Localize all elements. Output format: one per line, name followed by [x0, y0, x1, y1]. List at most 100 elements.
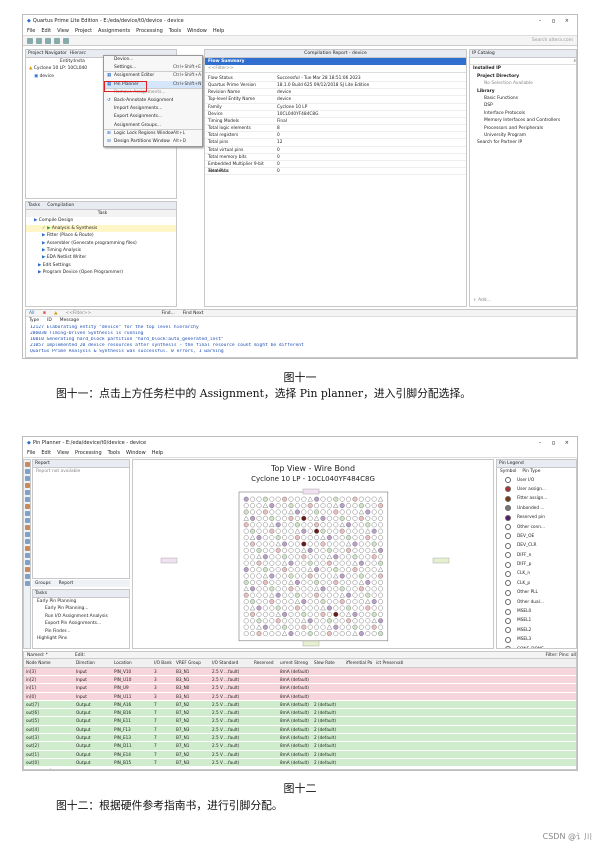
package-pin[interactable] — [269, 586, 275, 592]
pin-column-header[interactable]: urrent Streng — [278, 659, 312, 666]
package-pin[interactable] — [288, 579, 294, 585]
package-pin[interactable] — [282, 547, 288, 553]
package-pin[interactable] — [314, 509, 320, 515]
package-pin[interactable] — [256, 560, 262, 566]
package-pin[interactable] — [269, 535, 275, 541]
package-pin[interactable] — [250, 573, 256, 579]
package-pin[interactable] — [378, 554, 384, 560]
ip-catalog-item[interactable]: Installed IP — [470, 65, 576, 72]
package-pin[interactable] — [256, 515, 262, 521]
package-pin[interactable] — [333, 573, 339, 579]
pin-row[interactable]: in[3] Input PIN_V10 3 B3_N1 2.5 V ...fault) 8m… — [24, 667, 576, 676]
package-pin[interactable] — [288, 560, 294, 566]
package-pin[interactable] — [365, 528, 371, 534]
package-pin[interactable] — [326, 515, 332, 521]
package-pin[interactable] — [346, 579, 352, 585]
package-pin[interactable] — [352, 522, 358, 528]
ip-catalog-item[interactable]: Processors and Peripherals — [470, 125, 576, 132]
pin-column-header[interactable]: VREF Group — [174, 659, 210, 666]
package-pin[interactable] — [243, 547, 249, 553]
package-pin[interactable] — [282, 509, 288, 515]
package-pin[interactable] — [307, 503, 313, 509]
package-pin[interactable] — [269, 554, 275, 560]
package-pin[interactable] — [288, 503, 294, 509]
package-pin[interactable] — [275, 541, 281, 547]
package-pin[interactable] — [333, 515, 339, 521]
package-pin[interactable] — [243, 618, 249, 624]
package-pin[interactable] — [378, 522, 384, 528]
package-pin[interactable] — [352, 541, 358, 547]
package-pin[interactable] — [352, 586, 358, 592]
package-pin[interactable] — [262, 567, 268, 573]
package-pin[interactable] — [339, 573, 345, 579]
pin-column-header[interactable]: Reserved — [252, 659, 278, 666]
package-pin[interactable] — [358, 599, 364, 605]
package-pin[interactable] — [346, 605, 352, 611]
package-pin[interactable] — [250, 554, 256, 560]
package-pin[interactable] — [307, 541, 313, 547]
package-pin[interactable] — [269, 547, 275, 553]
package-pin[interactable] — [275, 605, 281, 611]
package-pin[interactable] — [250, 579, 256, 585]
package-pin[interactable] — [307, 547, 313, 553]
package-pin[interactable] — [358, 503, 364, 509]
task-item[interactable]: Run I/O Assignment Analysis — [33, 613, 129, 620]
package-pin[interactable] — [288, 522, 294, 528]
package-pin[interactable] — [301, 611, 307, 617]
package-pin[interactable] — [250, 599, 256, 605]
package-pin[interactable] — [282, 541, 288, 547]
package-pin[interactable] — [288, 611, 294, 617]
package-pin[interactable] — [275, 554, 281, 560]
package-pin[interactable] — [262, 502, 269, 508]
package-pin[interactable] — [282, 573, 288, 579]
package-pin[interactable] — [358, 586, 364, 592]
package-pin[interactable] — [371, 592, 377, 598]
package-pin[interactable] — [307, 624, 313, 630]
menu-item-design-partitions-window[interactable]: ⊟ Design Partitions Window Alt+D — [104, 138, 202, 146]
package-pin[interactable] — [320, 605, 326, 611]
package-pin[interactable] — [269, 605, 275, 611]
package-pin[interactable] — [250, 567, 256, 573]
ip-catalog-item[interactable]: DSP — [470, 102, 576, 109]
package-pin[interactable] — [307, 522, 313, 528]
package-pin[interactable] — [256, 535, 262, 541]
package-pin[interactable] — [352, 535, 358, 541]
menu-window[interactable]: Window — [126, 450, 146, 456]
package-pin[interactable] — [320, 599, 326, 605]
package-pin[interactable] — [352, 592, 358, 598]
package-pin[interactable] — [269, 599, 275, 605]
package-pin[interactable] — [339, 535, 345, 541]
package-pin[interactable] — [371, 631, 377, 637]
warning-filter-icon[interactable]: ▲ — [54, 310, 57, 316]
package-pin[interactable] — [282, 515, 288, 521]
package-pin[interactable] — [365, 503, 371, 509]
package-pin[interactable] — [365, 535, 371, 541]
package-pin[interactable] — [275, 624, 281, 630]
package-pin[interactable] — [256, 579, 262, 585]
package-pin[interactable] — [275, 503, 281, 509]
package-pin[interactable] — [314, 579, 320, 585]
package-pin[interactable] — [358, 592, 364, 598]
package-pin[interactable] — [301, 547, 307, 553]
package-pin[interactable] — [378, 509, 384, 515]
package-pin[interactable] — [346, 618, 352, 624]
package-pin[interactable] — [346, 624, 352, 630]
package-pin[interactable] — [275, 528, 281, 534]
ip-catalog-item[interactable]: Library — [470, 88, 576, 95]
package-pin[interactable] — [365, 522, 371, 528]
package-pin[interactable] — [256, 547, 262, 553]
package-pin[interactable] — [294, 515, 300, 521]
package-pin[interactable] — [243, 605, 249, 611]
package-pin[interactable] — [352, 547, 358, 553]
package-pin[interactable] — [314, 496, 320, 502]
package-pin[interactable] — [378, 528, 384, 534]
package-pin[interactable] — [282, 567, 288, 573]
package-pin[interactable] — [365, 605, 371, 611]
pin-row[interactable]: out[4] Output PIN_F13 7 B7_N3 2.5 V ...fault)… — [24, 725, 576, 735]
task-item[interactable]: ✓ ▶ Analysis & Synthesis — [26, 224, 176, 233]
package-pin[interactable] — [339, 605, 345, 611]
package-pin[interactable] — [256, 592, 262, 598]
package-pin[interactable] — [365, 579, 371, 585]
package-pin[interactable] — [256, 503, 262, 509]
package-pin[interactable] — [301, 618, 307, 623]
